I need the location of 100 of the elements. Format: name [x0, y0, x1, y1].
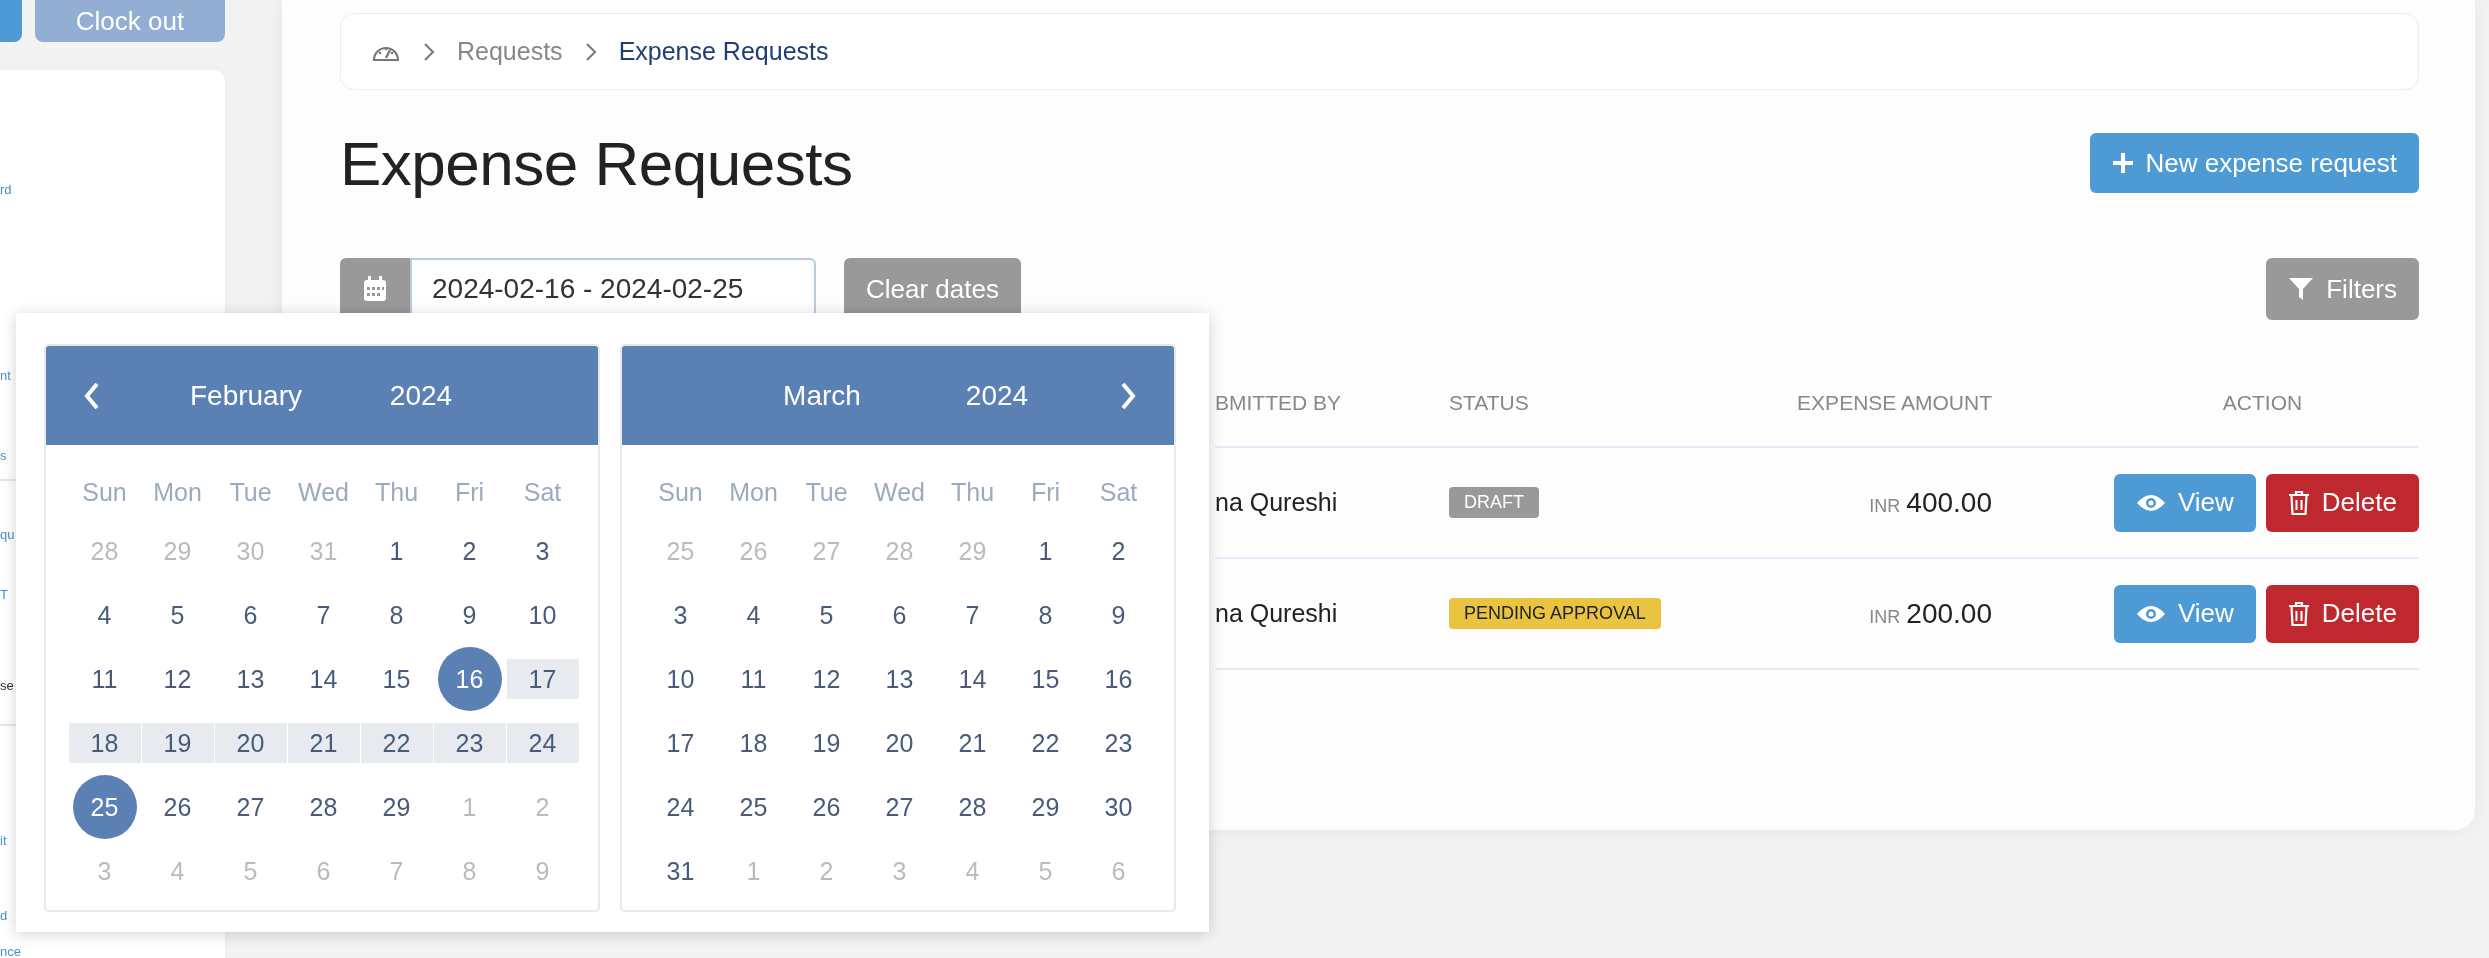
- calendar-day[interactable]: 13: [214, 659, 287, 699]
- weekday-label: Sun: [82, 477, 127, 507]
- year-text: 2024: [964, 379, 1030, 412]
- sidebar-item[interactable]: it: [0, 825, 7, 857]
- calendar-day[interactable]: 12: [141, 659, 214, 699]
- trash-icon: [2287, 489, 2310, 516]
- calendar-day[interactable]: 5: [790, 595, 863, 635]
- calendar-day[interactable]: 15: [360, 659, 433, 699]
- calendar-day[interactable]: 9: [433, 595, 506, 635]
- calendar-day[interactable]: 4: [717, 595, 790, 635]
- calendar-day[interactable]: 28: [287, 787, 360, 827]
- weekday-label: Sat: [523, 477, 562, 507]
- column-header: STATUS: [1449, 391, 1530, 415]
- calendar-day[interactable]: 11: [717, 659, 790, 699]
- calendar-day[interactable]: 11: [68, 659, 141, 699]
- calendar-day[interactable]: 24: [506, 723, 579, 763]
- calendar-day[interactable]: 12: [790, 659, 863, 699]
- calendar-day[interactable]: 16: [1082, 659, 1155, 699]
- sidebar-item[interactable]: s: [0, 440, 7, 472]
- calendar-day[interactable]: 3: [644, 595, 717, 635]
- weekday-label: Tue: [229, 477, 272, 507]
- calendar-day[interactable]: 6: [214, 595, 287, 635]
- month-name: February: [188, 379, 303, 412]
- sidebar-item[interactable]: se: [0, 670, 14, 702]
- calendar-day[interactable]: 27: [863, 787, 936, 827]
- calendar-day[interactable]: 29: [1009, 787, 1082, 827]
- chevron-right-icon: [584, 41, 597, 62]
- calendar-day[interactable]: 25: [72, 775, 137, 839]
- calendar-day[interactable]: 13: [863, 659, 936, 699]
- calendar-icon: [363, 276, 387, 302]
- amount-text: 200.00: [1906, 597, 1992, 630]
- calendar-day[interactable]: 1: [360, 531, 433, 571]
- weekday-label: Thu: [950, 477, 995, 507]
- currency-label: INR: [1869, 606, 1901, 628]
- chevron-right-icon[interactable]: [1120, 381, 1136, 410]
- sidebar-item[interactable]: T: [0, 579, 8, 611]
- calendar-day[interactable]: 10: [506, 595, 579, 635]
- calendar-day[interactable]: 27: [214, 787, 287, 827]
- calendar-day[interactable]: 26: [141, 787, 214, 827]
- chevron-right-icon: [423, 41, 435, 62]
- calendar-day[interactable]: 22: [1009, 723, 1082, 763]
- chevron-left-icon[interactable]: [84, 381, 100, 410]
- weekday-label: Sat: [1099, 477, 1138, 507]
- calendar-day[interactable]: 2: [1082, 531, 1155, 571]
- sidebar-item[interactable]: qu: [0, 519, 15, 551]
- calendar-day[interactable]: 21: [936, 723, 1009, 763]
- calendar-day[interactable]: 20: [214, 723, 287, 763]
- calendar-day[interactable]: 30: [1082, 787, 1155, 827]
- month-name: March: [782, 379, 862, 412]
- calendar-day[interactable]: 31: [644, 851, 717, 891]
- calendar-day[interactable]: 23: [433, 723, 506, 763]
- status-badge: DRAFT: [1449, 487, 1539, 518]
- calendar-day[interactable]: 4: [68, 595, 141, 635]
- sidebar-item[interactable]: nce: [0, 936, 21, 958]
- calendar-day[interactable]: 15: [1009, 659, 1082, 699]
- calendar-day[interactable]: 22: [360, 723, 433, 763]
- year-text: 2024: [388, 379, 454, 412]
- calendar-day[interactable]: 23: [1082, 723, 1155, 763]
- calendar-day[interactable]: 9: [1082, 595, 1155, 635]
- weekday-label: Mon: [153, 477, 202, 507]
- calendar-day[interactable]: 6: [863, 595, 936, 635]
- calendar-day[interactable]: 8: [1009, 595, 1082, 635]
- calendar-day[interactable]: 18: [717, 723, 790, 763]
- calendar-day[interactable]: 19: [141, 723, 214, 763]
- calendar-day[interactable]: 17: [506, 659, 579, 699]
- calendar-day[interactable]: 29: [360, 787, 433, 827]
- calendar-day[interactable]: 7: [287, 595, 360, 635]
- calendar-day[interactable]: 16: [437, 647, 502, 711]
- table-cell-text: na Qureshi: [1215, 599, 1339, 628]
- weekday-label: Tue: [805, 477, 848, 507]
- currency-label: INR: [1869, 495, 1901, 517]
- calendar-day[interactable]: 28: [936, 787, 1009, 827]
- calendar-day[interactable]: 21: [287, 723, 360, 763]
- calendar-day[interactable]: 25: [717, 787, 790, 827]
- delete-button[interactable]: Delete: [2265, 473, 2419, 532]
- calendar-day[interactable]: 24: [644, 787, 717, 827]
- calendar-day[interactable]: 17: [644, 723, 717, 763]
- sidebar-item[interactable]: rd: [0, 174, 12, 206]
- calendar-day[interactable]: 3: [506, 531, 579, 571]
- breadcrumb-link[interactable]: Requests: [457, 37, 563, 66]
- calendar-day[interactable]: 1: [1009, 531, 1082, 571]
- calendar-day[interactable]: 18: [68, 723, 141, 763]
- calendar-day[interactable]: 5: [141, 595, 214, 635]
- breadcrumb-link[interactable]: Expense Requests: [618, 37, 829, 66]
- sidebar-item[interactable]: nt: [0, 360, 11, 392]
- weekday-label: Mon: [729, 477, 778, 507]
- amount-text: 400.00: [1906, 486, 1992, 519]
- delete-button[interactable]: Delete: [2265, 584, 2419, 643]
- calendar-day[interactable]: 10: [644, 659, 717, 699]
- calendar-day[interactable]: 8: [360, 595, 433, 635]
- calendar-day[interactable]: 14: [936, 659, 1009, 699]
- calendar-day[interactable]: 19: [790, 723, 863, 763]
- calendar-day[interactable]: 26: [790, 787, 863, 827]
- sidebar-item[interactable]: d: [0, 900, 8, 932]
- status-badge: PENDING APPROVAL: [1449, 598, 1661, 629]
- weekday-label: Fri: [454, 477, 485, 507]
- calendar-day[interactable]: 7: [936, 595, 1009, 635]
- calendar-day[interactable]: 2: [433, 531, 506, 571]
- calendar-day[interactable]: 14: [287, 659, 360, 699]
- calendar-day[interactable]: 20: [863, 723, 936, 763]
